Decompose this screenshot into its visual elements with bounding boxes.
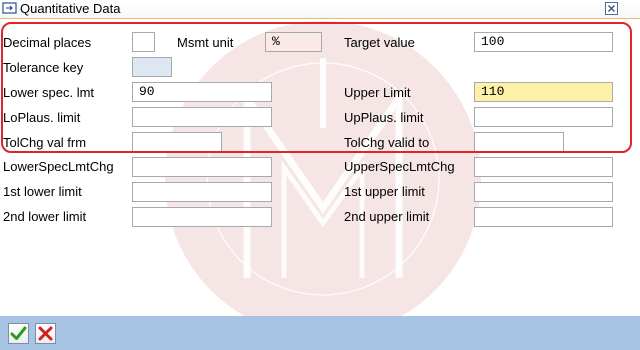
lower-spec-lmt-chg-label: LowerSpecLmtChg <box>3 159 114 174</box>
second-lower-limit-input[interactable] <box>132 207 272 227</box>
first-upper-limit-label: 1st upper limit <box>344 184 425 199</box>
tolchg-val-frm-label: TolChg val frm <box>3 135 87 150</box>
tolerance-key-label: Tolerance key <box>3 60 84 75</box>
msmt-unit-input[interactable]: % <box>265 32 322 52</box>
second-upper-limit-input[interactable] <box>474 207 613 227</box>
msmt-unit-label: Msmt unit <box>177 35 234 50</box>
close-button[interactable] <box>605 2 618 15</box>
checkmark-icon <box>10 326 27 340</box>
target-value-label: Target value <box>344 35 415 50</box>
upper-spec-lmt-chg-label: UpperSpecLmtChg <box>344 159 455 174</box>
upper-spec-lmt-chg-input[interactable] <box>474 157 613 177</box>
window-title-bar: Quantitative Data <box>0 0 640 19</box>
lo-plaus-limit-input[interactable] <box>132 107 272 127</box>
lo-plaus-limit-label: LoPlaus. limit <box>3 110 81 125</box>
cancel-button[interactable] <box>35 323 56 344</box>
first-lower-limit-input[interactable] <box>132 182 272 202</box>
decimal-places-label: Decimal places <box>3 35 92 50</box>
confirm-button[interactable] <box>8 323 29 344</box>
up-plaus-limit-label: UpPlaus. limit <box>344 110 424 125</box>
tolerance-key-input[interactable] <box>132 57 172 77</box>
close-icon <box>608 5 615 12</box>
second-upper-limit-label: 2nd upper limit <box>344 209 430 224</box>
upper-limit-input[interactable]: 110 <box>474 82 613 102</box>
upper-limit-label: Upper Limit <box>344 85 411 100</box>
tolchg-valid-to-input[interactable] <box>474 132 564 152</box>
second-lower-limit-label: 2nd lower limit <box>3 209 87 224</box>
footer-toolbar <box>0 316 640 350</box>
cancel-x-icon <box>38 326 53 341</box>
tolchg-valid-to-label: TolChg valid to <box>344 135 430 150</box>
watermark-logo <box>165 21 481 337</box>
target-value-input[interactable]: 100 <box>474 32 613 52</box>
up-plaus-limit-input[interactable] <box>474 107 613 127</box>
first-upper-limit-input[interactable] <box>474 182 613 202</box>
tolchg-val-frm-input[interactable] <box>132 132 222 152</box>
window-title: Quantitative Data <box>20 1 121 16</box>
window-icon <box>2 2 17 14</box>
lower-spec-lmt-input[interactable]: 90 <box>132 82 272 102</box>
decimal-places-input[interactable] <box>132 32 155 52</box>
lower-spec-lmt-chg-input[interactable] <box>132 157 272 177</box>
lower-spec-lmt-label: Lower spec. lmt <box>3 85 95 100</box>
first-lower-limit-label: 1st lower limit <box>3 184 82 199</box>
